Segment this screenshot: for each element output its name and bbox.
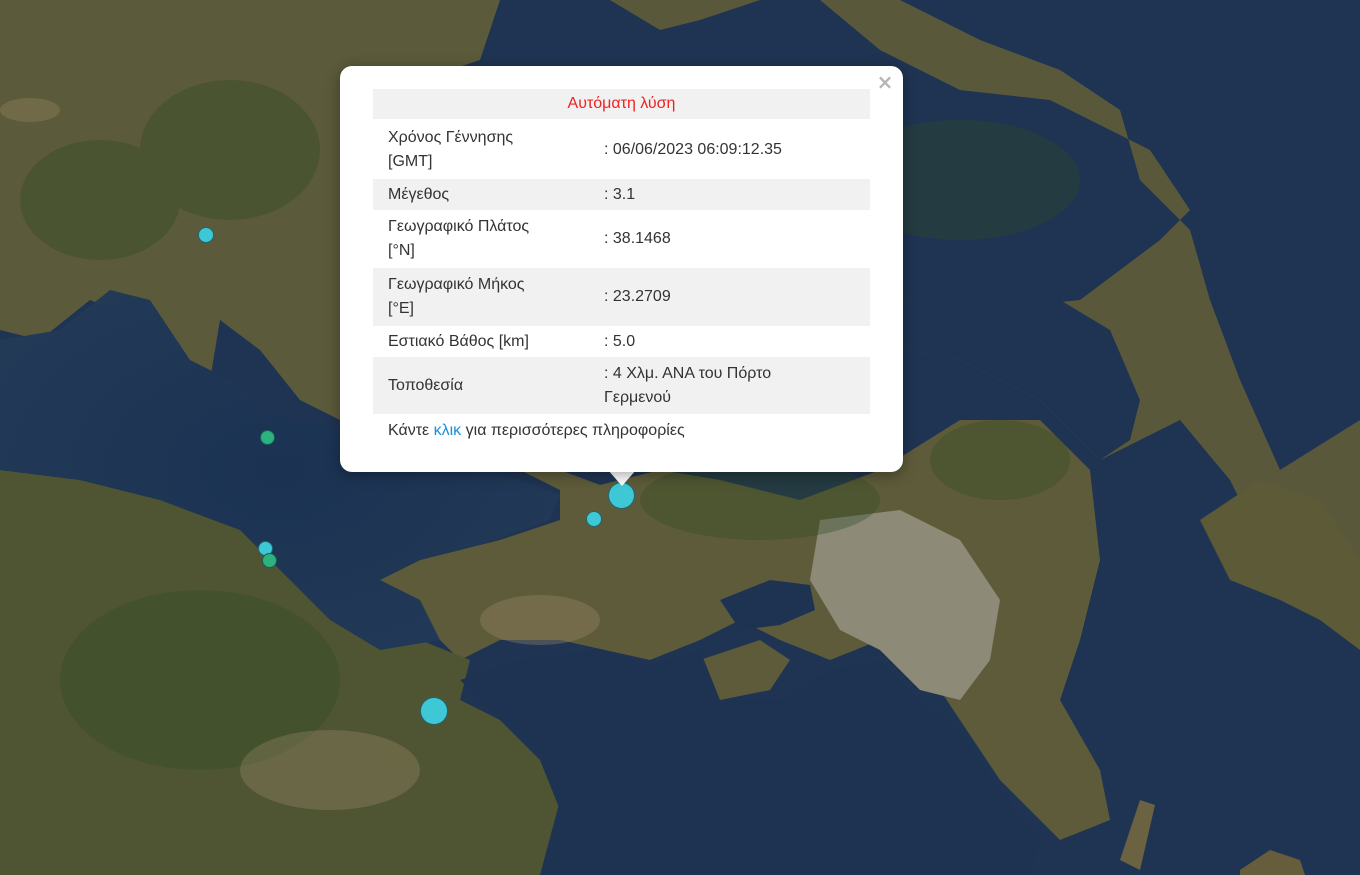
origin-time-unit: [GMT] [388,153,433,170]
close-icon[interactable]: × [875,72,895,92]
location-label: Τοποθεσία [388,376,464,394]
earthquake-marker-selected[interactable] [608,482,635,509]
earthquake-marker[interactable] [420,697,448,725]
info-row-longitude: Γεωγραφικό Μήκος [°E] : 23.2709 [373,268,870,326]
location-value: : 4 Χλμ. ΑΝΑ του Πόρτο [604,364,772,382]
info-row-latitude: Γεωγραφικό Πλάτος [°N] : 38.1468 [373,210,870,268]
earthquake-marker[interactable] [198,227,214,243]
earthquake-info-table: Χρόνος Γέννησης [GMT] : 06/06/2023 06:09… [373,121,870,414]
info-row-origin-time: Χρόνος Γέννησης [GMT] : 06/06/2023 06:09… [373,121,870,179]
more-info-prefix: Κάντε [388,422,434,439]
latitude-label: Γεωγραφικό Πλάτος [388,218,530,235]
earthquake-info-popup: × Αυτόματη λύση Χρόνος Γέννησης [GMT] : … [340,66,903,472]
depth-label: Εστιακό Βάθος [km] [388,332,529,350]
more-info-link[interactable]: κλικ [434,422,462,439]
info-row-depth: Εστιακό Βάθος [km] : 5.0 [373,326,870,357]
earthquake-marker[interactable] [586,511,602,527]
popup-title: Αυτόματη λύση [373,89,870,119]
origin-time-value: : 06/06/2023 06:09:12.35 [604,141,782,158]
origin-time-label: Χρόνος Γέννησης [388,129,514,146]
info-row-location: Τοποθεσία : 4 Χλμ. ΑΝΑ του Πόρτο Γερμενο… [373,357,870,414]
earthquake-marker[interactable] [260,430,275,445]
longitude-unit: [°E] [388,300,414,317]
info-row-magnitude: Μέγεθος : 3.1 [373,179,870,210]
popup-tip [608,470,636,486]
location-value-continued: Γερμενού [604,388,672,406]
longitude-value: : 23.2709 [604,288,671,305]
longitude-label: Γεωγραφικό Μήκος [388,276,525,293]
more-info-text: Κάντε κλικ για περισσότερες πληροφορίες [388,422,685,440]
latitude-value: : 38.1468 [604,230,671,247]
magnitude-label: Μέγεθος [388,185,450,203]
depth-value: : 5.0 [604,332,636,350]
earthquake-marker[interactable] [262,553,277,568]
latitude-unit: [°N] [388,242,415,259]
more-info-suffix: για περισσότερες πληροφορίες [461,422,685,439]
magnitude-value: : 3.1 [604,185,636,203]
